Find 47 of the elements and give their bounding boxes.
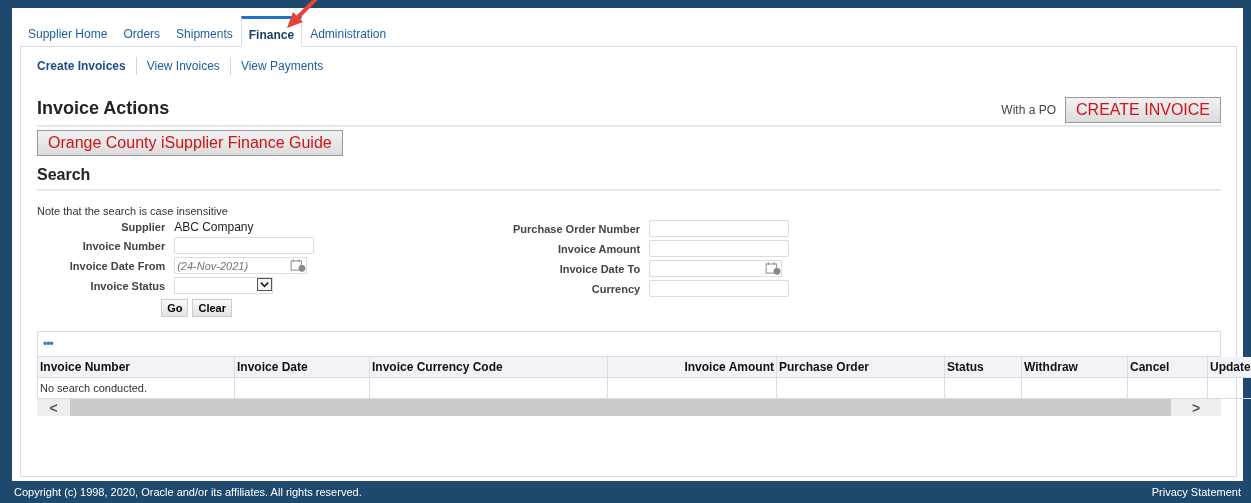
input-field[interactable]	[649, 220, 790, 237]
scroll-right-button[interactable]: >	[1171, 399, 1221, 416]
sub-tab-link[interactable]: View Invoices	[136, 59, 230, 73]
field-label: Currency	[590, 282, 641, 295]
nav-tab[interactable]: Shipments	[168, 16, 241, 46]
status-dropdown[interactable]	[174, 277, 274, 294]
sub-tab-link[interactable]: View Payments	[230, 59, 334, 73]
search-button[interactable]: Clear	[192, 299, 232, 317]
column-header: Status	[944, 357, 1022, 378]
nav-tab[interactable]: Finance	[240, 16, 303, 47]
column-header: Update	[1207, 357, 1251, 378]
column-header: Withdraw	[1021, 357, 1128, 378]
privacy-link[interactable]: Privacy Statement	[1151, 486, 1241, 498]
search-note: Note that the search is case insensitive	[37, 205, 229, 217]
nav-tab[interactable]: Supplier Home	[20, 16, 116, 46]
po-label: With a PO	[1001, 103, 1057, 117]
field-label: Supplier	[120, 221, 166, 233]
field-label: Purchase Order Number	[513, 222, 641, 235]
sub-tab-link[interactable]: Create Invoices	[37, 59, 136, 73]
section-title: Invoice Actions	[37, 98, 170, 120]
create-invoice-button[interactable]: CREATE INVOICE	[1065, 97, 1221, 123]
scrollbar-thumb[interactable]	[70, 399, 1171, 416]
section-title: Search	[37, 166, 1221, 191]
input-field[interactable]	[649, 280, 790, 297]
table-cell: No search conducted.	[37, 377, 235, 399]
field-label: Invoice Date From	[68, 259, 166, 272]
field-label: Invoice Amount	[557, 242, 641, 255]
input-field[interactable]	[649, 240, 790, 257]
more-menu[interactable]: •••	[43, 337, 53, 351]
scroll-left-button[interactable]: <	[37, 399, 70, 416]
column-header: Invoice Date	[234, 357, 370, 378]
field-label: Invoice Date To	[558, 262, 641, 275]
column-header: Purchase Order	[776, 357, 945, 378]
field-label: Invoice Number	[81, 239, 166, 252]
caret-icon	[257, 278, 273, 291]
column-header: Invoice Number	[37, 357, 235, 378]
column-header: Invoice Amount	[607, 357, 777, 378]
nav-tab[interactable]: Administration	[302, 16, 395, 46]
nav-tab[interactable]: Orders	[115, 16, 169, 46]
column-header: Invoice Currency Code	[369, 357, 608, 378]
finance-guide-button[interactable]: Orange County iSupplier Finance Guide	[37, 130, 343, 156]
search-button[interactable]: Go	[161, 299, 189, 317]
input-field[interactable]	[174, 237, 315, 254]
column-header: Cancel	[1127, 357, 1208, 378]
field-label: Invoice Status	[89, 279, 166, 292]
copyright-text: Copyright (c) 1998, 2020, Oracle and/or its affiliates. All rights reserved.	[14, 486, 362, 498]
supplier-value: ABC Company	[174, 220, 255, 234]
